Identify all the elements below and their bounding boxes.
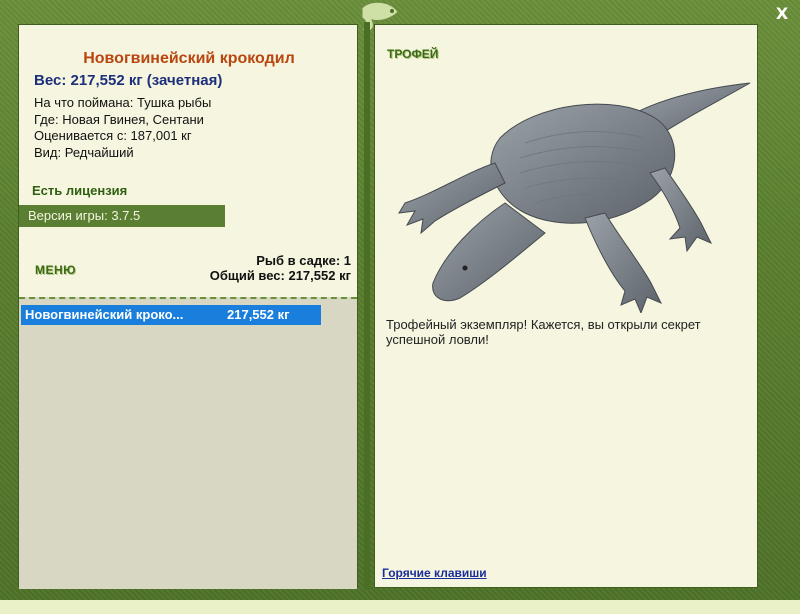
list-item[interactable]: Новогвинейский кроко... 217,552 кг (21, 305, 321, 325)
trophy-panel: ТРОФЕЙ Трофейный экземпляр! Кажется, вы … (374, 24, 758, 588)
fish-kind: Вид: Редчайший (34, 144, 134, 160)
fish-info-panel: Новогвинейский крокодил Вес: 217,552 кг … (18, 24, 358, 589)
fish-valued-from: Оценивается с: 187,001 кг (34, 128, 192, 143)
fish-bait: На что поймана: Тушка рыбы (34, 95, 212, 110)
divider (364, 22, 370, 590)
menu-button[interactable]: МЕНЮ (35, 263, 76, 277)
license-status: Есть лицензия (32, 183, 128, 198)
trophy-description: Трофейный экземпляр! Кажется, вы открыли… (386, 317, 701, 347)
fish-list: Новогвинейский кроко... 217,552 кг (19, 297, 357, 589)
cage-total-weight: Общий вес: 217,552 кг (209, 268, 351, 283)
window-frame: X Новогвинейский крокодил Вес: 217,552 к… (0, 0, 800, 600)
fish-location: Где: Новая Гвинея, Сентани (34, 111, 204, 127)
list-item-name: Новогвинейский кроко... (25, 307, 184, 322)
fish-weight: Вес: 217,552 кг (зачетная) (34, 72, 223, 89)
close-button[interactable]: X (772, 4, 792, 24)
list-item-weight: 217,552 кг (227, 307, 290, 322)
fish-title: Новогвинейский крокодил (83, 50, 295, 67)
fish-details: На что поймана: Тушка рыбы Где: Новая Гв… (34, 95, 211, 161)
version-bar: Версия игры: 3.7.5 (19, 205, 225, 227)
hotkeys-link[interactable]: Горячие клавиши (382, 566, 487, 580)
cage-stats: Рыб в садке: 1 Общий вес: 217,552 кг (210, 253, 351, 283)
cage-count: Рыб в садке: 1 (256, 253, 351, 268)
crocodile-image (398, 82, 751, 313)
